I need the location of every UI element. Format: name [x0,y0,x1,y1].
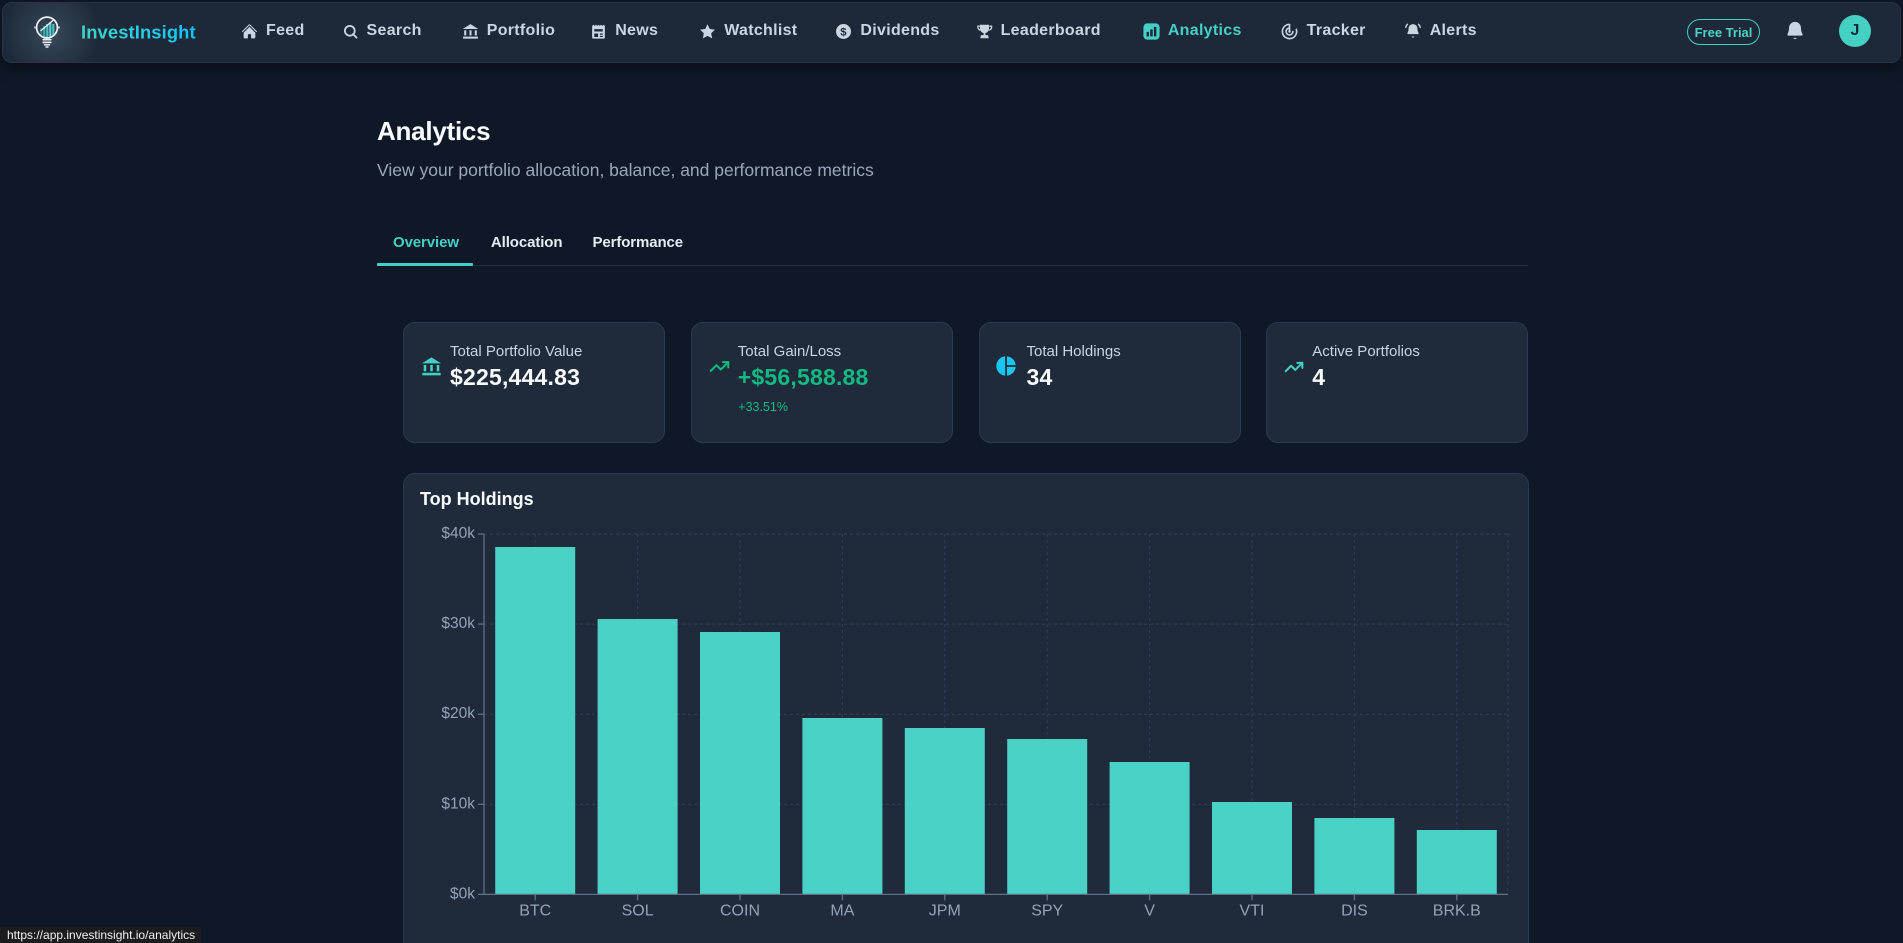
svg-text:MA: MA [830,902,854,919]
svg-text:$0k: $0k [450,885,475,902]
svg-text:$10k: $10k [441,795,475,812]
svg-text:BRK.B: BRK.B [1433,902,1481,919]
svg-text:JPM: JPM [929,902,961,919]
svg-text:$40k: $40k [441,525,475,542]
svg-text:$20k: $20k [441,705,475,722]
svg-text:SPY: SPY [1031,902,1063,919]
svg-text:VTI: VTI [1240,902,1265,919]
svg-text:BTC: BTC [519,902,551,919]
svg-text:SOL: SOL [622,902,654,919]
svg-text:DIS: DIS [1341,902,1368,919]
svg-text:$30k: $30k [441,615,475,632]
svg-text:$: $ [841,26,848,38]
svg-text:V: V [1144,902,1155,919]
svg-text:COIN: COIN [720,902,760,919]
